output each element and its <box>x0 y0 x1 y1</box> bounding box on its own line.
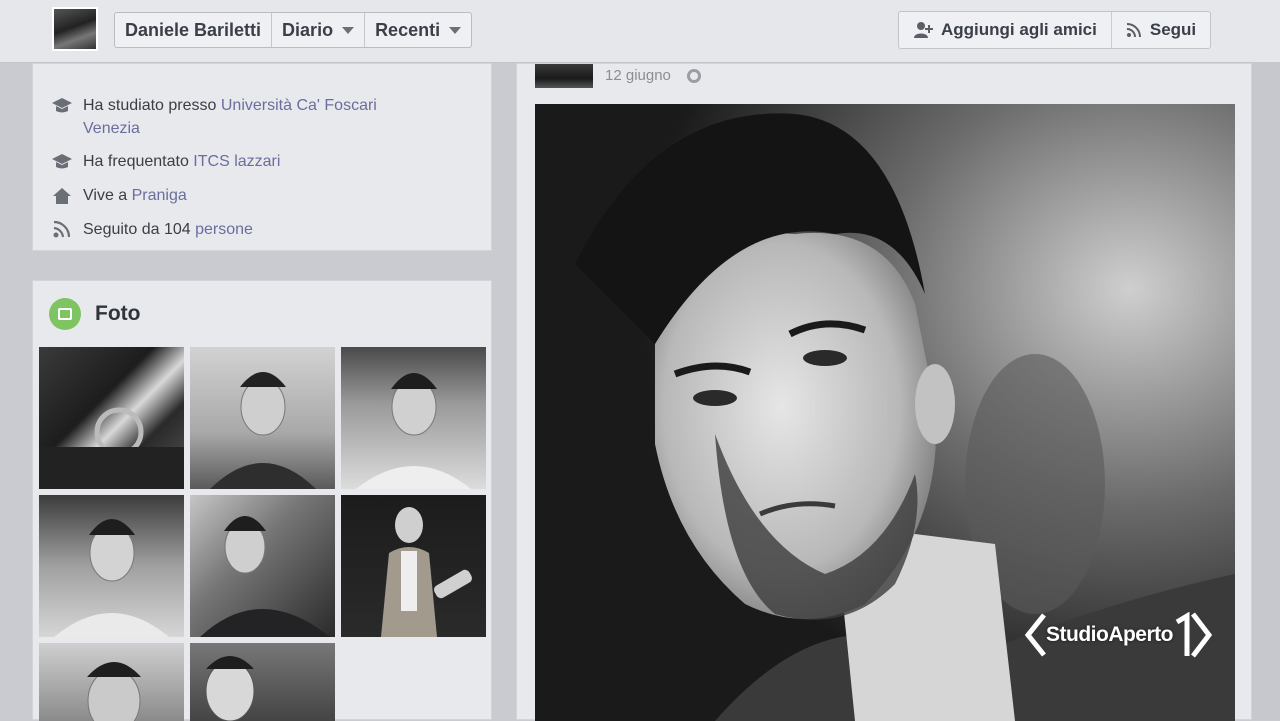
portrait-photo <box>54 519 169 637</box>
city-link[interactable]: Praniga <box>132 187 187 204</box>
post-timestamp[interactable]: 12 giugno <box>605 67 701 84</box>
current-city: Vive a Praniga <box>51 184 187 207</box>
university-link-city[interactable]: Venezia <box>83 120 140 137</box>
rss-icon <box>53 220 71 238</box>
photo-thumbnail[interactable] <box>39 347 184 489</box>
diario-label: Diario <box>282 19 334 40</box>
portrait-photo <box>200 516 330 637</box>
profile-header-bar: Daniele Bariletti Diario Recenti Aggiung… <box>0 0 1280 63</box>
watermark-text: StudioAperto <box>1046 623 1173 646</box>
education-university: Ha studiato presso Università Ca' Foscar… <box>51 94 377 140</box>
portrait-photo <box>87 662 141 721</box>
photo-thumbnail[interactable] <box>39 495 184 637</box>
studied-prefix: Ha studiato presso <box>83 97 221 114</box>
recenti-label: Recenti <box>375 19 441 40</box>
chevron-left-logo-icon <box>1024 613 1046 657</box>
studioaperto-watermark: StudioAperto <box>1024 612 1213 658</box>
add-friend-button[interactable]: Aggiungi agli amici <box>899 12 1112 48</box>
profile-nav: Daniele Bariletti Diario Recenti <box>114 12 473 48</box>
profile-name-button[interactable]: Daniele Bariletti <box>115 13 273 47</box>
portrait-photo <box>381 507 472 637</box>
photo-thumbnail[interactable] <box>39 643 184 721</box>
portrait-photo <box>356 373 471 489</box>
add-friend-label: Aggiungi agli amici <box>941 20 1097 39</box>
photo-thumbnail[interactable] <box>190 495 335 637</box>
followers-count: 104 <box>163 221 191 238</box>
intro-card: Ha studiato presso Università Ca' Foscar… <box>32 63 492 251</box>
profile-avatar[interactable] <box>52 7 98 51</box>
follow-button[interactable]: Segui <box>1112 12 1210 48</box>
add-friend-icon <box>914 22 933 38</box>
lives-prefix: Vive a <box>83 187 132 204</box>
graduation-cap-icon <box>52 154 72 169</box>
school-link[interactable]: ITCS lazzari <box>193 153 280 170</box>
university-link[interactable]: Università Ca' Foscari <box>221 97 377 114</box>
followers-info: Seguito da 104 persone <box>51 218 253 241</box>
attended-prefix: Ha frequentato <box>83 153 194 170</box>
one-logo-icon <box>1175 612 1213 658</box>
page-margin <box>1252 62 1280 720</box>
followed-prefix: Seguito da <box>83 221 164 238</box>
graduation-cap-icon <box>52 98 72 113</box>
photo-thumbnail[interactable] <box>190 643 335 721</box>
photos-header[interactable]: Foto <box>49 298 140 330</box>
photos-title: Foto <box>95 302 141 325</box>
photos-card: Foto <box>32 280 492 721</box>
chevron-down-icon <box>342 26 355 34</box>
post-date-text: 12 giugno <box>605 67 671 84</box>
car-interior-photo <box>39 407 184 489</box>
followers-link[interactable]: persone <box>191 221 253 238</box>
recenti-dropdown[interactable]: Recenti <box>365 13 471 47</box>
profile-name-label: Daniele Bariletti <box>125 19 262 40</box>
chevron-down-icon <box>449 26 462 34</box>
home-icon <box>53 188 71 204</box>
profile-actions: Aggiungi agli amici Segui <box>898 11 1212 49</box>
follow-label: Segui <box>1149 20 1197 39</box>
globe-icon <box>686 68 701 83</box>
diario-dropdown[interactable]: Diario <box>272 13 366 47</box>
photo-icon <box>49 298 81 330</box>
photo-thumbnail[interactable] <box>341 495 486 637</box>
photo-thumbnail[interactable] <box>190 347 335 489</box>
post-author-avatar[interactable] <box>535 64 593 88</box>
portrait-photo <box>205 656 255 721</box>
photo-thumbnail[interactable] <box>341 347 486 489</box>
rss-icon <box>1126 23 1141 38</box>
education-school: Ha frequentato ITCS lazzari <box>51 150 280 173</box>
portrait-photo <box>210 372 316 489</box>
